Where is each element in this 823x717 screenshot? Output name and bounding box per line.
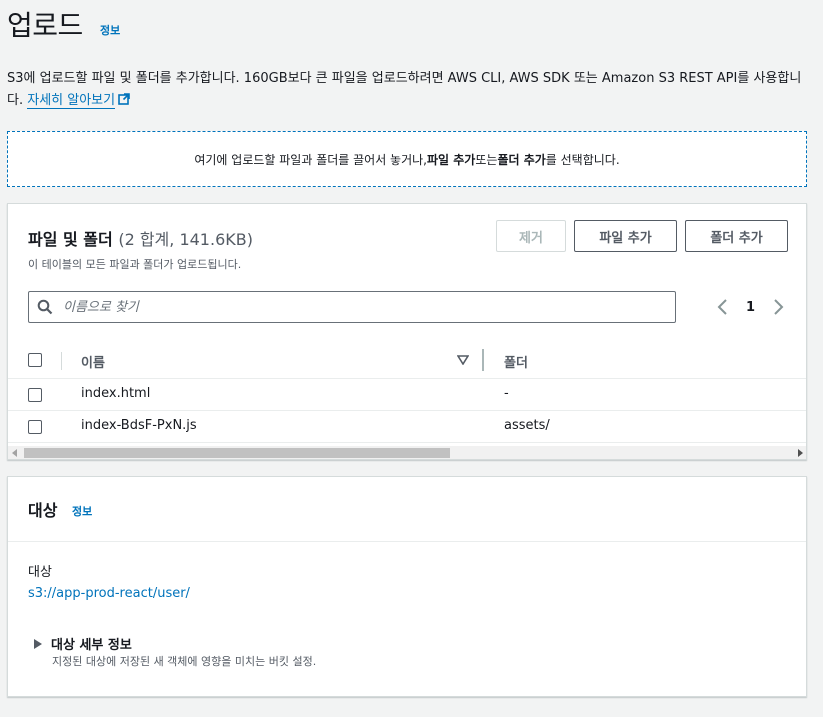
table-row[interactable]: index.html - — [8, 379, 806, 411]
pagination: 1 — [716, 298, 785, 316]
sort-down-icon[interactable] — [457, 355, 469, 365]
table-header: 이름 폴더 — [8, 341, 806, 379]
scrollbar-thumb[interactable] — [24, 448, 450, 458]
search-input[interactable] — [63, 299, 643, 315]
remove-button[interactable]: 제거 — [496, 220, 566, 252]
chevron-right-icon[interactable] — [771, 298, 785, 316]
search-box — [28, 291, 676, 323]
row-folder: - — [504, 386, 509, 401]
info-link[interactable]: 정보 — [100, 22, 120, 38]
page-title: 업로드 — [7, 9, 83, 42]
dropzone-add-files: 파일 추가 — [427, 152, 476, 167]
row-folder: assets/ — [504, 418, 550, 433]
learn-more-link[interactable]: 자세히 알아보기 — [27, 93, 116, 109]
scroll-right-icon[interactable] — [796, 449, 804, 457]
row-name: index.html — [81, 386, 151, 401]
dropzone-or: 또는 — [475, 152, 498, 167]
learn-more-label: 자세히 알아보기 — [27, 93, 116, 108]
select-all-checkbox[interactable] — [28, 353, 42, 367]
destination-panel: 대상 정보 대상 s3://app-prod-react/user/ 대상 세부… — [7, 476, 807, 697]
row-checkbox[interactable] — [28, 388, 42, 402]
dropzone-text: 여기에 업로드할 파일과 폴더를 끌어서 놓거나, — [194, 152, 427, 167]
row-checkbox[interactable] — [28, 420, 42, 434]
row-name: index-BdsF-PxN.js — [81, 418, 197, 433]
destination-info-link[interactable]: 정보 — [72, 503, 92, 519]
dropzone-add-folder: 폴더 추가 — [497, 152, 546, 167]
destination-path-link[interactable]: s3://app-prod-react/user/ — [28, 586, 190, 601]
scroll-left-icon[interactable] — [11, 449, 19, 457]
destination-details-toggle[interactable]: 대상 세부 정보 — [34, 634, 132, 653]
add-folder-button[interactable]: 폴더 추가 — [685, 220, 788, 252]
destination-label: 대상 — [28, 565, 52, 580]
search-icon — [37, 299, 53, 315]
files-heading: 파일 및 폴더 (2 합계, 141.6KB) — [28, 226, 253, 250]
page-description: S3에 업로드할 파일 및 폴더를 추가합니다. 160GB보다 큰 파일을 업… — [7, 68, 812, 112]
chevron-left-icon[interactable] — [716, 298, 730, 316]
column-header-folder[interactable]: 폴더 — [504, 352, 528, 371]
table-row[interactable]: index-BdsF-PxN.js assets/ — [8, 411, 806, 443]
files-count: (2 합계, 141.6KB) — [118, 230, 253, 249]
files-panel: 파일 및 폴더 (2 합계, 141.6KB) 이 테이블의 모든 파일과 폴더… — [7, 203, 807, 460]
dropzone-after: 를 선택합니다. — [545, 152, 620, 167]
column-divider — [61, 352, 62, 370]
add-files-button[interactable]: 파일 추가 — [574, 220, 677, 252]
destination-title: 대상 — [28, 501, 58, 520]
column-header-name[interactable]: 이름 — [81, 352, 105, 371]
files-subtitle: 이 테이블의 모든 파일과 폴더가 업로드됩니다. — [28, 258, 242, 271]
files-title: 파일 및 폴더 — [28, 230, 113, 249]
horizontal-scrollbar[interactable] — [8, 446, 806, 459]
external-link-icon[interactable] — [118, 93, 130, 105]
details-description: 지정된 대상에 저장된 새 객체에 영향을 미치는 버킷 설정. — [52, 655, 317, 668]
files-table: 이름 폴더 index.html - index-BdsF-PxN.js ass… — [8, 341, 806, 443]
divider — [8, 541, 806, 542]
details-title: 대상 세부 정보 — [51, 638, 132, 653]
caret-right-icon — [34, 638, 42, 649]
upload-dropzone[interactable]: 여기에 업로드할 파일과 폴더를 끌어서 놓거나, 파일 추가 또는 폴더 추가… — [7, 131, 807, 187]
current-page[interactable]: 1 — [746, 300, 755, 315]
column-resizer[interactable] — [482, 349, 484, 371]
